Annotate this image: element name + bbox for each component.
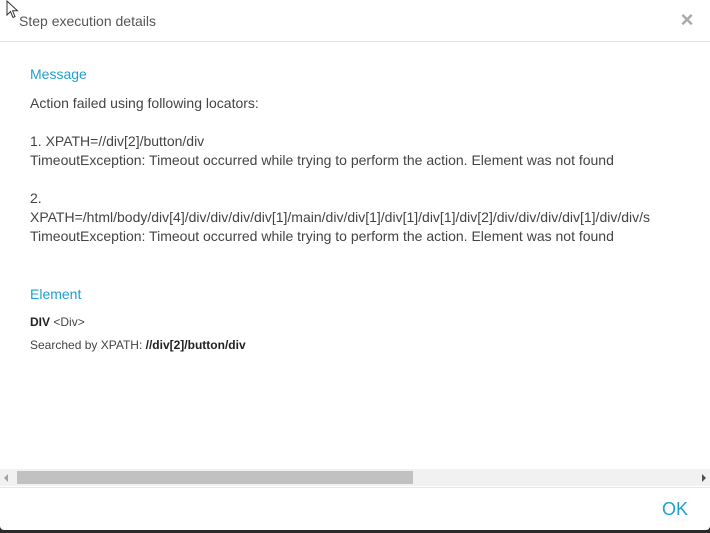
dialog-footer: OK — [0, 487, 710, 530]
close-button[interactable]: × — [676, 9, 698, 31]
message-line: 1. XPATH=//div[2]/button/div — [30, 133, 205, 149]
message-line: TimeoutException: Timeout occurred while… — [30, 228, 614, 244]
element-tag: DIV — [30, 315, 51, 329]
dialog-title: Step execution details — [19, 13, 156, 29]
searched-by-value: //div[2]/button/div — [145, 338, 246, 352]
element-heading: Element — [30, 286, 82, 302]
element-tag-detail: <Div> — [53, 315, 85, 329]
message-line: XPATH=/html/body/div[4]/div/div/div/div[… — [30, 209, 651, 225]
dialog-header: Step execution details × — [0, 0, 710, 42]
message-line: Action failed using following locators: — [30, 95, 259, 111]
scroll-left-arrow-icon[interactable] — [4, 474, 8, 482]
message-heading: Message — [30, 66, 87, 82]
step-execution-dialog: Step execution details × Message Action … — [0, 0, 710, 530]
message-line: TimeoutException: Timeout occurred while… — [30, 152, 614, 168]
message-line: 2. — [30, 190, 42, 206]
scroll-right-arrow-icon[interactable] — [702, 474, 706, 482]
searched-by-label: Searched by XPATH: — [30, 338, 143, 352]
element-tag-line: DIV <Div> — [30, 314, 85, 330]
element-searched-by-line: Searched by XPATH: //div[2]/button/div — [30, 337, 246, 353]
ok-button[interactable]: OK — [662, 498, 688, 520]
mouse-pointer-icon — [6, 0, 19, 19]
horizontal-scrollbar[interactable] — [0, 469, 710, 486]
scrollbar-thumb[interactable] — [17, 471, 413, 484]
dialog-body[interactable]: Message Action failed using following lo… — [0, 43, 710, 469]
close-icon: × — [680, 7, 694, 32]
